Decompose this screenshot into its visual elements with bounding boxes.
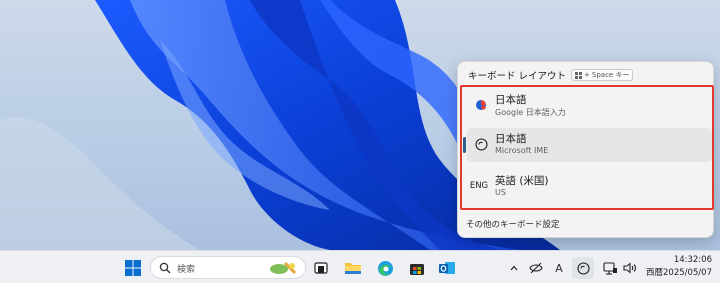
ime-mode-indicator[interactable]: A — [550, 257, 568, 279]
clock-time: 14:32:06 — [673, 255, 712, 265]
shortcut-key-label: Space キー — [591, 71, 630, 79]
input-indicator-button[interactable] — [572, 257, 594, 279]
flyout-title: キーボード レイアウト — [468, 71, 567, 82]
more-keyboard-settings-link[interactable]: その他のキーボード設定 — [466, 218, 560, 230]
folder-icon — [345, 263, 361, 274]
layout-item-name: 日本語 — [495, 94, 527, 106]
layout-item-sub: Microsoft IME — [495, 146, 549, 155]
speaker-icon — [623, 262, 637, 274]
layout-item-name: 日本語 — [495, 133, 527, 145]
eye-slash-icon — [529, 262, 543, 274]
outlook-button[interactable] — [436, 257, 458, 279]
edge-icon — [377, 260, 393, 276]
clock-date: 西暦2025/05/07 — [646, 268, 712, 278]
layout-item-microsoft-ime[interactable]: 日本語 Microsoft IME — [463, 128, 712, 162]
shortcut-hint: + Space キー — [571, 69, 634, 81]
search-highlight-icon — [270, 261, 297, 275]
volume-button[interactable] — [621, 257, 639, 279]
taskbar-clock[interactable]: 14:32:06 西暦2025/05/07 — [646, 254, 712, 280]
windows-logo-icon — [125, 260, 141, 276]
edge-button[interactable] — [374, 257, 396, 279]
search-placeholder: 検索 — [177, 265, 196, 275]
flyout-header: キーボード レイアウト + Space キー — [468, 68, 634, 82]
show-hidden-icons-button[interactable] — [505, 257, 523, 279]
store-icon — [410, 264, 424, 275]
monitor-network-icon — [602, 261, 617, 275]
network-status-button[interactable] — [527, 257, 545, 279]
layout-item-sub: Google 日本語入力 — [495, 108, 566, 117]
layout-item-name: 英語 (米国) — [495, 175, 549, 187]
search-icon — [159, 262, 171, 274]
eng-label: ENG — [469, 181, 489, 191]
windows-key-icon — [575, 71, 583, 79]
start-button[interactable] — [122, 257, 144, 279]
network-button[interactable] — [601, 257, 619, 279]
google-ime-icon — [473, 97, 489, 113]
layout-item-english-us[interactable]: ENG 英語 (米国) US — [467, 170, 712, 204]
file-explorer-button[interactable] — [342, 257, 364, 279]
layout-item-google-japanese[interactable]: 日本語 Google 日本語入力 — [467, 89, 712, 123]
taskbar: 検索 A 14:32:06 西暦2025/05/07 — [0, 250, 720, 283]
task-view-icon — [314, 262, 328, 274]
layout-item-sub: US — [495, 188, 506, 197]
keyboard-layout-list: 日本語 Google 日本語入力 日本語 Microsoft IME ENG 英… — [460, 85, 714, 210]
task-view-button[interactable] — [310, 257, 332, 279]
chevron-up-icon — [510, 265, 518, 271]
outlook-icon — [438, 262, 455, 274]
store-button[interactable] — [406, 257, 428, 279]
microsoft-ime-icon — [473, 136, 489, 152]
taskbar-search-box[interactable]: 検索 — [150, 256, 306, 279]
selection-indicator — [463, 137, 466, 153]
microsoft-ime-icon — [576, 261, 590, 275]
